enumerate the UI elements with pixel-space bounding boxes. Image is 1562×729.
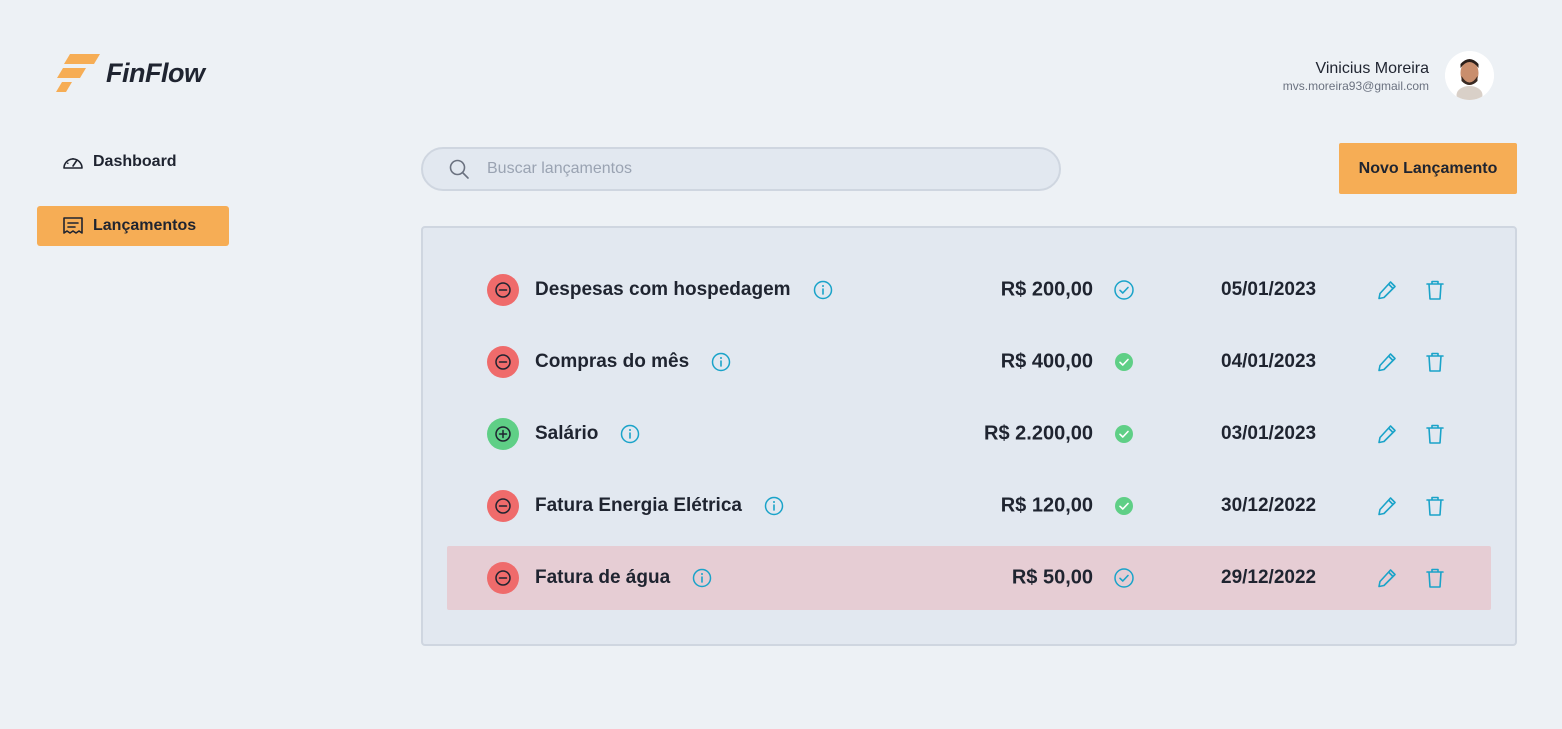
entry-description: Fatura Energia Elétrica (535, 495, 784, 517)
info-icon[interactable] (620, 424, 640, 444)
expense-minus-icon (487, 490, 519, 522)
income-plus-icon (487, 418, 519, 450)
entry-date: 04/01/2023 (1221, 351, 1317, 372)
entry-date: 30/12/2022 (1221, 495, 1317, 516)
entry-description: Despesas com hospedagem (535, 279, 833, 301)
info-icon[interactable] (764, 496, 784, 516)
pencil-icon[interactable] (1376, 495, 1398, 517)
sidebar-item-label: Dashboard (93, 153, 177, 170)
user-avatar-icon (1445, 51, 1494, 100)
entry-date: 29/12/2022 (1221, 567, 1317, 588)
trash-icon[interactable] (1424, 423, 1446, 445)
info-icon[interactable] (813, 280, 833, 300)
entry-row: Fatura de água R$ 50,00 29/12/2022 (447, 546, 1491, 610)
entry-description-text: Fatura de água (535, 567, 671, 588)
sidebar-item-label: Lançamentos (93, 217, 197, 234)
entry-description: Compras do mês (535, 351, 731, 373)
user-info: Vinicius Moreira mvs.moreira93@gmail.com (1283, 59, 1429, 93)
user-profile[interactable]: Vinicius Moreira mvs.moreira93@gmail.com (1283, 51, 1494, 100)
gauge-icon (63, 158, 83, 169)
entry-description: Salário (535, 423, 640, 445)
sidebar: Dashboard Lançamentos (37, 142, 229, 270)
pending-check-icon[interactable] (1114, 568, 1134, 588)
entry-row: Compras do mês R$ 400,00 04/01/2023 (447, 330, 1491, 394)
pencil-icon[interactable] (1376, 423, 1398, 445)
trash-icon[interactable] (1424, 567, 1446, 589)
paid-check-icon[interactable] (1114, 424, 1134, 444)
search-bar (421, 147, 1061, 191)
sidebar-item-dashboard[interactable]: Dashboard (37, 142, 229, 182)
entry-description-text: Fatura Energia Elétrica (535, 495, 742, 516)
entry-date: 05/01/2023 (1221, 279, 1317, 300)
expense-minus-icon (487, 346, 519, 378)
entry-description: Fatura de água (535, 567, 712, 589)
search-icon (449, 159, 469, 179)
entry-date: 03/01/2023 (1221, 423, 1317, 444)
paid-check-icon[interactable] (1114, 352, 1134, 372)
app-logo[interactable]: FinFlow (56, 54, 205, 92)
entry-amount: R$ 2.200,00 (984, 422, 1093, 445)
entry-amount: R$ 200,00 (1000, 278, 1093, 301)
info-icon[interactable] (711, 352, 731, 372)
pencil-icon[interactable] (1376, 351, 1398, 373)
entries-panel: Despesas com hospedagem R$ 200,00 05/01/… (421, 226, 1517, 646)
finflow-logo-icon (56, 54, 100, 92)
entry-amount: R$ 50,00 (1011, 566, 1093, 589)
entry-description-text: Salário (535, 423, 599, 444)
entry-amount: R$ 400,00 (1000, 350, 1093, 373)
expense-minus-icon (487, 562, 519, 594)
search-input[interactable] (487, 160, 1007, 178)
trash-icon[interactable] (1424, 351, 1446, 373)
entry-description-text: Compras do mês (535, 351, 690, 372)
app-name: FinFlow (106, 57, 205, 88)
user-email: mvs.moreira93@gmail.com (1282, 78, 1429, 93)
avatar[interactable] (1445, 51, 1494, 100)
trash-icon[interactable] (1424, 495, 1446, 517)
user-name: Vinicius Moreira (1315, 59, 1429, 77)
entry-row: Fatura Energia Elétrica R$ 120,00 30/12/… (447, 474, 1491, 538)
entry-row: Salário R$ 2.200,00 03/01/2023 (447, 402, 1491, 466)
expense-minus-icon (487, 274, 519, 306)
entry-row: Despesas com hospedagem R$ 200,00 05/01/… (447, 258, 1491, 322)
trash-icon[interactable] (1424, 279, 1446, 301)
pencil-icon[interactable] (1376, 567, 1398, 589)
info-icon[interactable] (692, 568, 712, 588)
pencil-icon[interactable] (1376, 279, 1398, 301)
receipt-icon (63, 217, 83, 234)
pending-check-icon[interactable] (1114, 280, 1134, 300)
entry-amount: R$ 120,00 (1000, 494, 1093, 517)
new-entry-button[interactable]: Novo Lançamento (1339, 143, 1517, 194)
sidebar-item-lancamentos[interactable]: Lançamentos (37, 206, 229, 246)
paid-check-icon[interactable] (1114, 496, 1134, 516)
entry-description-text: Despesas com hospedagem (535, 279, 791, 300)
